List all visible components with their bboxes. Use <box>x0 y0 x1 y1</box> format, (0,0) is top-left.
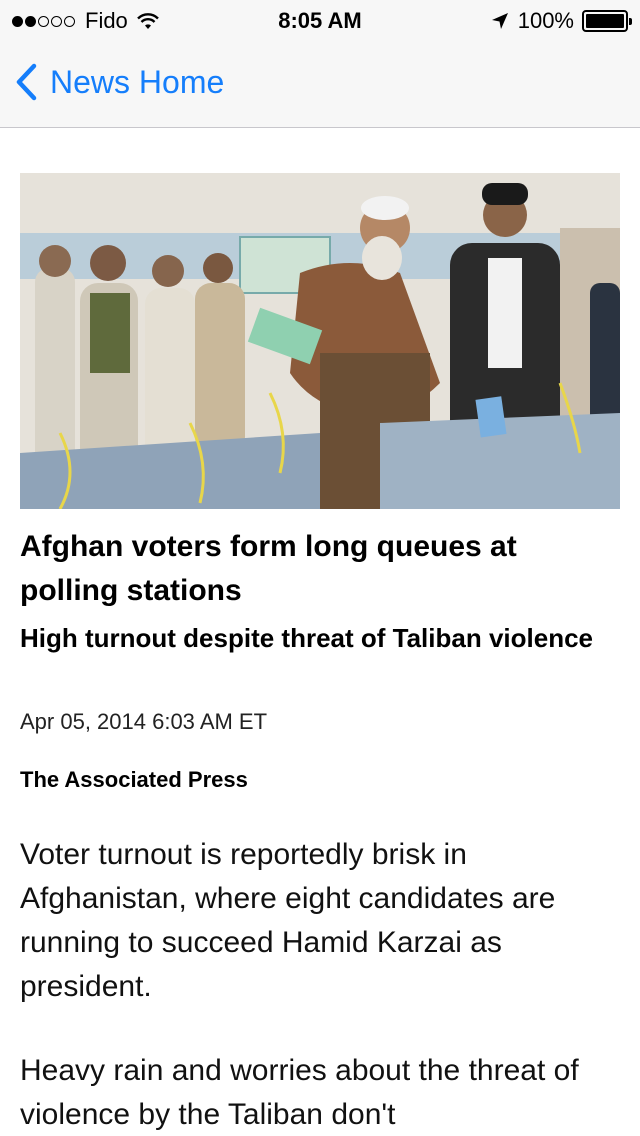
article-photo-illustration <box>20 173 620 509</box>
location-arrow-icon <box>491 13 508 29</box>
article-subheadline: High turnout despite threat of Taliban v… <box>20 623 594 653</box>
back-button-label: News Home <box>50 63 225 100</box>
article-date: Apr 05, 2014 6:03 AM ET <box>20 709 268 734</box>
article-paragraph: Heavy rain and worries about the threat … <box>20 1054 579 1131</box>
status-right: 100% <box>490 8 632 34</box>
battery-level-fill <box>586 14 624 28</box>
battery-icon <box>582 10 632 32</box>
article-paragraph: Voter turnout is reportedly brisk in Afg… <box>20 838 556 1003</box>
navigation-bar: News Home <box>0 40 640 128</box>
article-source: The Associated Press <box>20 767 248 792</box>
article-headline: Afghan voters form long queues at pollin… <box>20 530 517 607</box>
chevron-left-icon <box>16 63 37 101</box>
status-bar: Fido 8:05 AM 100% <box>0 0 640 40</box>
article-content[interactable]: Afghan voters form long queues at pollin… <box>0 129 640 1136</box>
article-photo[interactable] <box>20 173 620 509</box>
back-button[interactable]: News Home <box>14 62 224 102</box>
battery-percentage: 100% <box>517 8 574 33</box>
